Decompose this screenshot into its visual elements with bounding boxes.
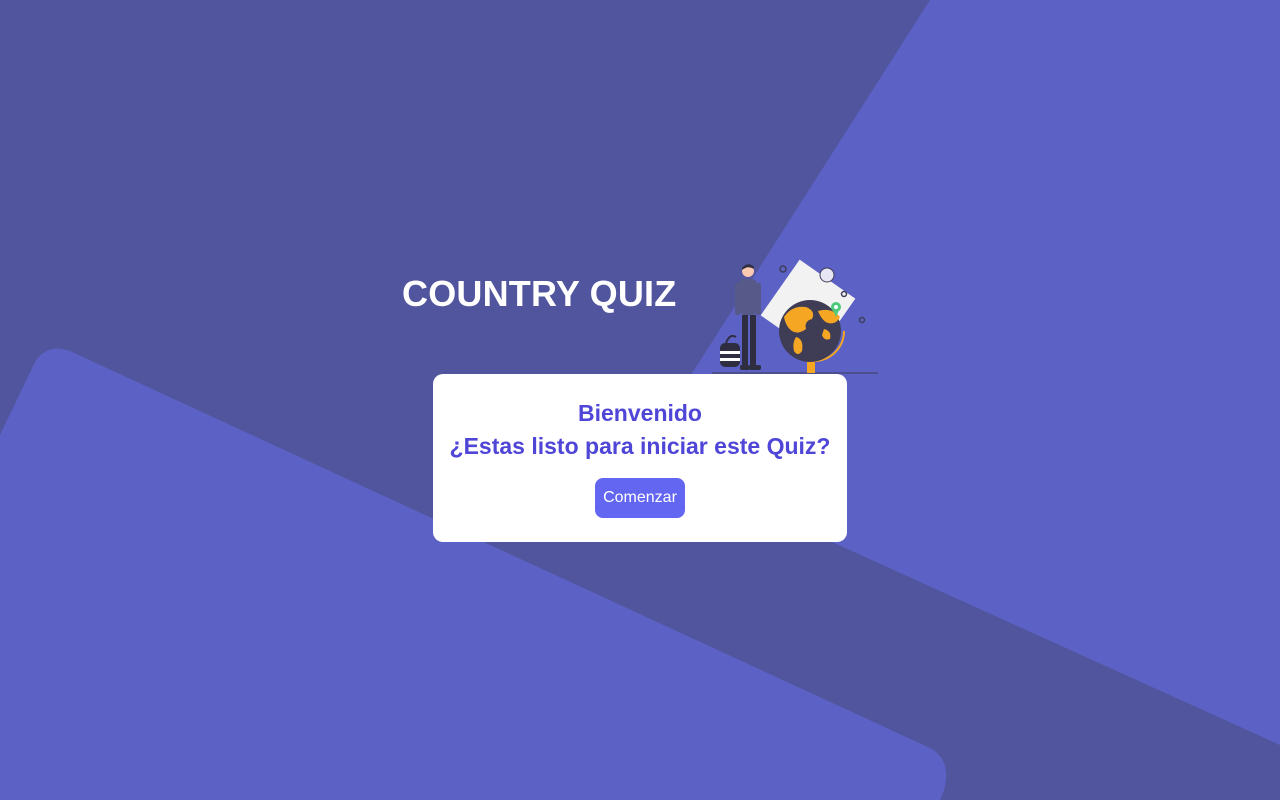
welcome-card: Bienvenido ¿Estas listo para iniciar est… [433, 374, 847, 542]
start-quiz-button[interactable]: Comenzar [595, 478, 685, 518]
traveler-with-globe-icon [712, 259, 878, 374]
page-title: COUNTRY QUIZ [402, 273, 677, 314]
welcome-question: ¿Estas listo para iniciar este Quiz? [449, 433, 831, 459]
welcome-heading: Bienvenido [578, 400, 702, 426]
